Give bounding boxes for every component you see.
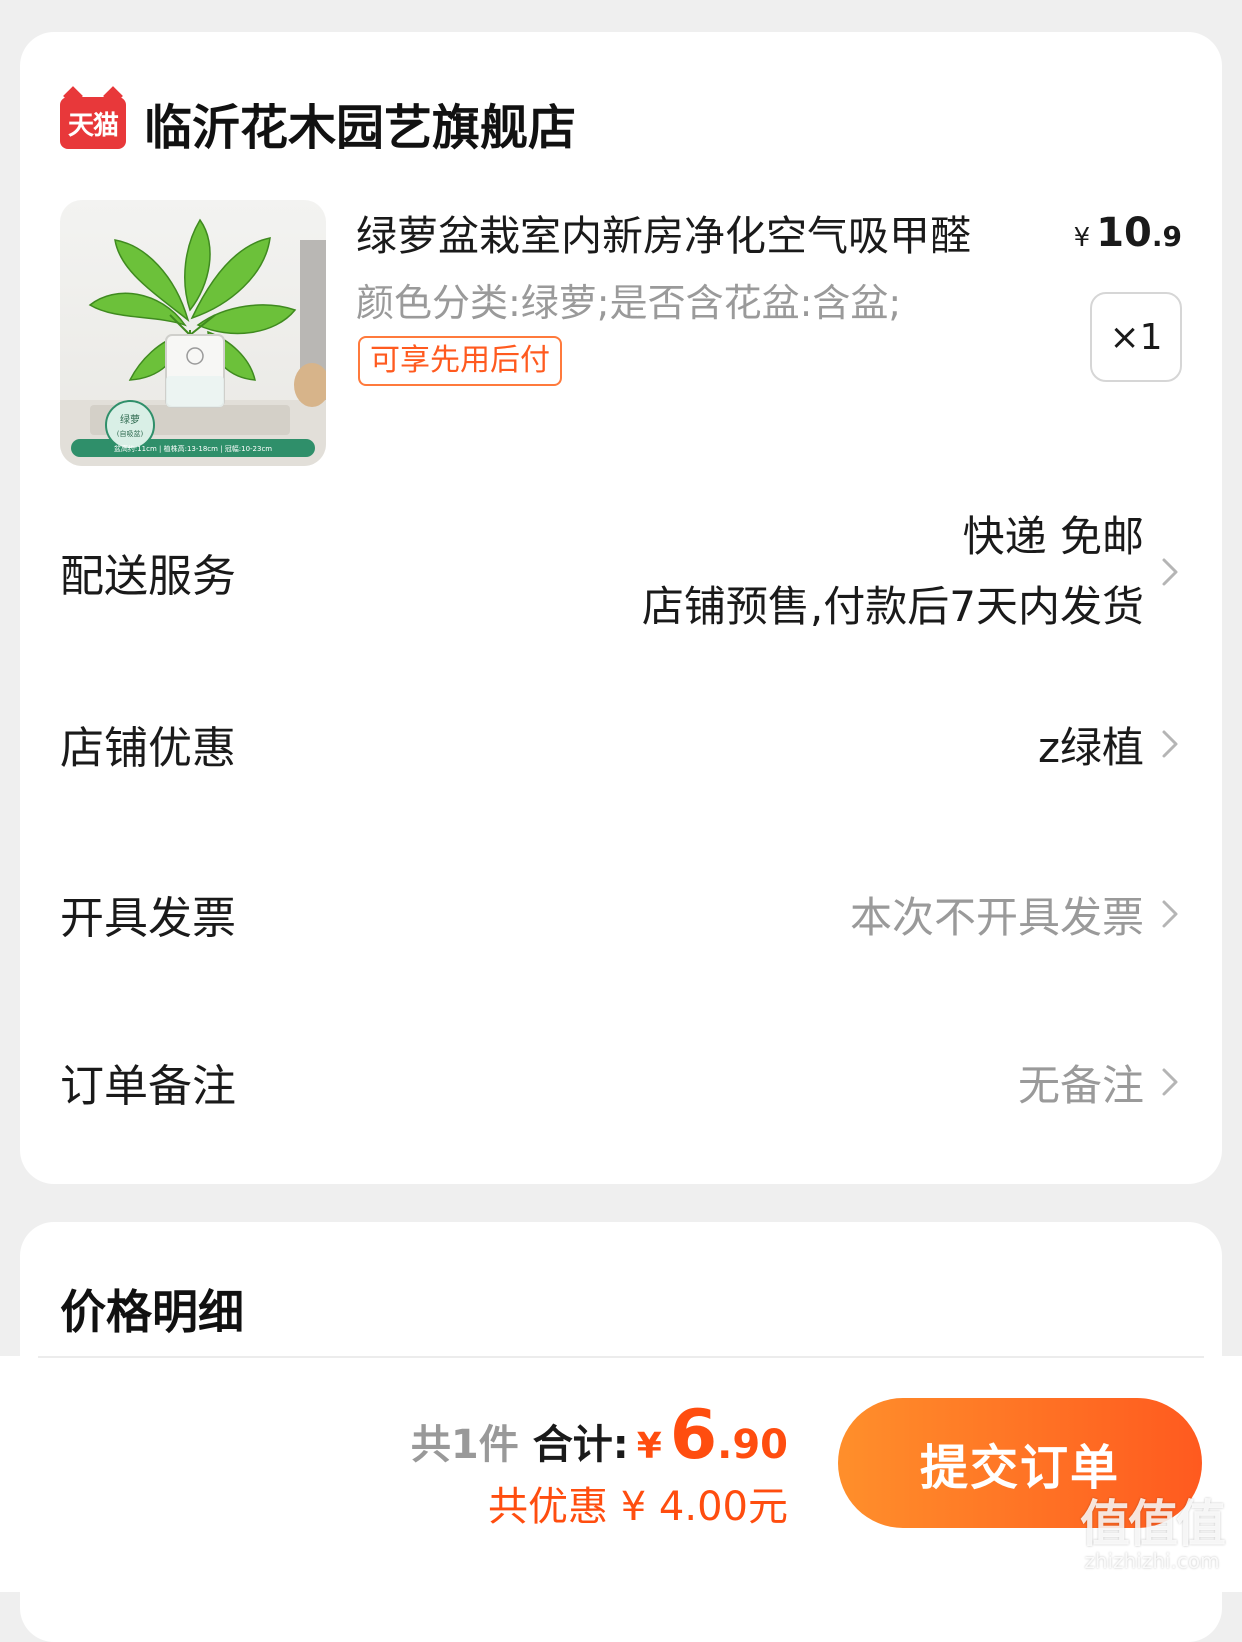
image-label-sub: (自吸盆) [117,429,144,438]
product-spec[interactable]: 颜色分类:绿萝;是否含花盆:含盆; [356,272,901,327]
price-currency: ¥ [1073,223,1091,253]
invoice-value: 本次不开具发票 [849,892,1144,942]
invoice-label: 开具发票 [60,893,236,944]
image-label-name: 绿萝 [120,413,140,426]
delivery-method: 快递 免邮 [962,512,1144,561]
total-integer: 6 [669,1396,718,1475]
chevron-right-icon [1162,900,1178,928]
price-detail-title: 价格明细 [60,1285,244,1339]
pay-later-tag: 可享先用后付 [358,336,562,386]
total-decimal: .90 [717,1422,788,1468]
item-count: 共1件 [410,1422,519,1468]
quantity-value: ×1 [1109,316,1163,358]
tmall-logo: 天猫 [60,97,126,149]
submit-order-label: 提交订单 [919,1440,1120,1496]
invoice-row[interactable]: 开具发票 本次不开具发票 [60,874,1182,954]
store-coupon-value: z绿植 [1037,722,1144,772]
price-decimal: .9 [1151,220,1182,253]
store-header[interactable]: 天猫 临沂花木园艺旗舰店 [60,88,576,158]
store-coupon-label: 店铺优惠 [60,723,236,774]
delivery-label: 配送服务 [60,551,236,602]
pothos-plant-image: 绿萝 (自吸盆) 盆高约:11cm | 植株高:13-18cm | 冠幅:10-… [60,218,326,466]
delivery-value: 快递 免邮 店铺预售,付款后7天内发货 [642,502,1144,642]
divider [38,1356,1204,1358]
order-note-value: 无备注 [1017,1060,1144,1110]
price-integer: 10 [1096,210,1152,256]
tmall-badge-text: 天猫 [67,110,119,141]
chevron-right-icon [1162,558,1178,586]
order-note-label: 订单备注 [60,1061,236,1112]
chevron-right-icon [1162,730,1178,758]
store-name[interactable]: 临沂花木园艺旗舰店 [144,88,576,158]
product-image[interactable]: 绿萝 (自吸盆) 盆高约:11cm | 植株高:13-18cm | 冠幅:10-… [60,200,326,466]
chevron-right-icon [1162,1068,1178,1096]
image-label-specs: 盆高约:11cm | 植株高:13-18cm | 冠幅:10-23cm [114,444,272,453]
watermark-logo: 值值值 [1080,1495,1226,1553]
store-coupon-row[interactable]: 店铺优惠 z绿植 [60,704,1182,784]
delivery-presale-note: 店铺预售,付款后7天内发货 [641,582,1144,631]
checkout-bar: 共1件 合计: ¥ 6 .90 共优惠 ¥ 4.00元 提交订单 值值值 zhi… [0,1356,1242,1592]
total-label: 合计: [532,1422,629,1468]
total-discount: 共优惠 ¥ 4.00元 [488,1484,788,1530]
order-note-row[interactable]: 订单备注 无备注 [60,1042,1182,1122]
delivery-row[interactable]: 配送服务 快递 免邮 店铺预售,付款后7天内发货 [60,502,1182,642]
watermark-url: zhizhizhi.com [1084,1549,1220,1573]
total-currency: ¥ [636,1426,662,1467]
order-total: 共1件 合计: ¥ 6 .90 [411,1396,788,1475]
quantity-button[interactable]: ×1 [1090,292,1182,382]
product-title[interactable]: 绿萝盆栽室内新房净化空气吸甲醛 [356,202,971,262]
watermark: 值值值 zhizhizhi.com [1080,1495,1226,1573]
product-price: ¥ 10 .9 [1074,210,1182,256]
order-card: 天猫 临沂花木园艺旗舰店 绿萝 (自吸盆) 盆高约:11cm | 植株高:13-… [20,32,1222,1184]
